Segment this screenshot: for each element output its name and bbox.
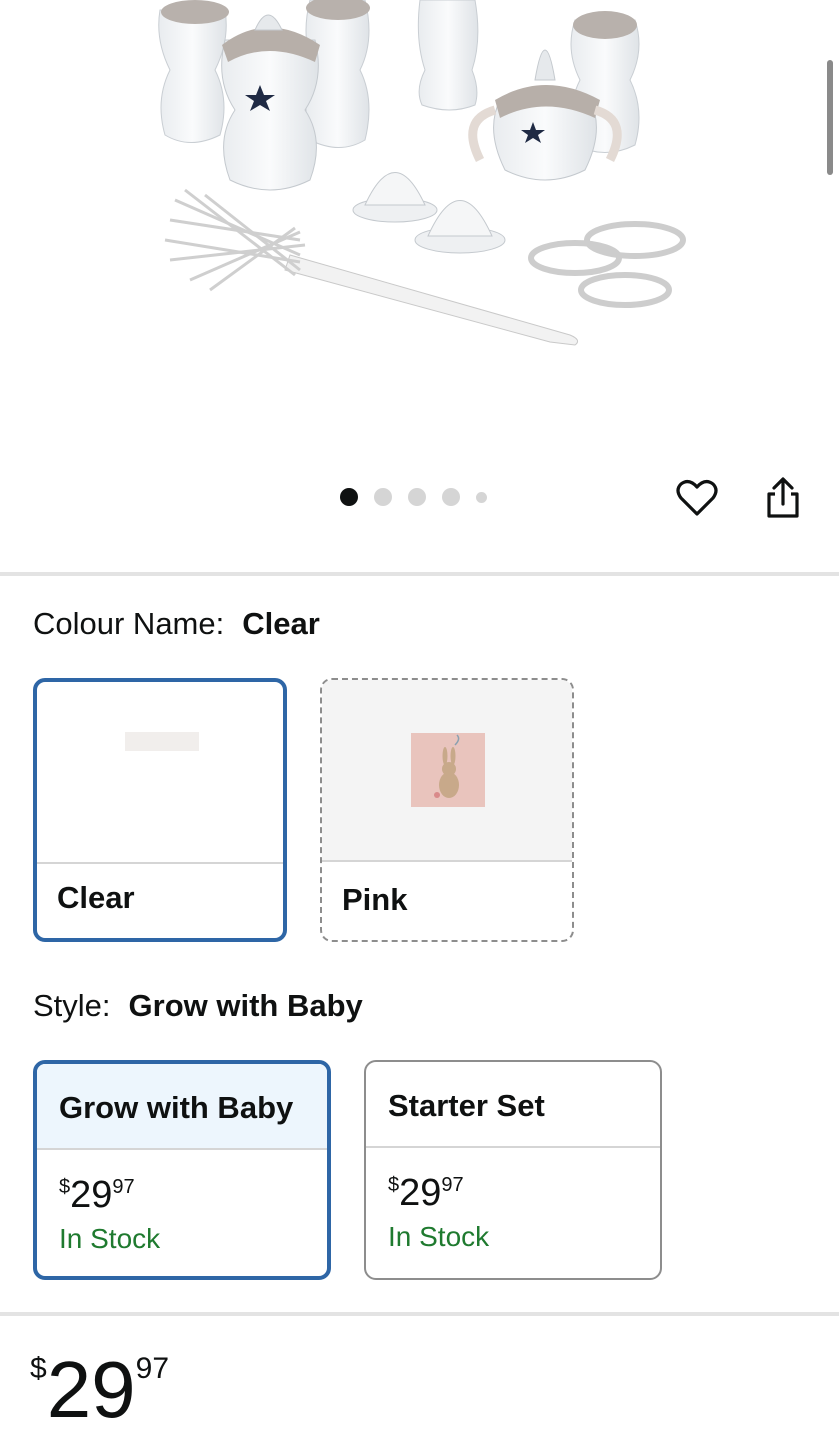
style-selected-value: Grow with Baby [128, 988, 363, 1023]
style-label: Style: [33, 988, 111, 1023]
price-whole: 29 [70, 1174, 113, 1216]
style-option-title: Starter Set [366, 1062, 660, 1148]
colour-selected-value: Clear [242, 606, 320, 641]
colour-option-pink[interactable]: Pink [320, 678, 574, 942]
pagination-dot-2[interactable] [374, 488, 392, 506]
page-scrollbar[interactable] [827, 60, 833, 175]
colour-option-label: Clear [57, 880, 135, 915]
price-whole: 29 [399, 1172, 442, 1214]
heart-icon[interactable] [675, 476, 719, 520]
style-option-price: $2997 [388, 1172, 660, 1215]
pagination-dot-1[interactable] [340, 488, 358, 506]
price-fraction: 97 [441, 1174, 464, 1196]
style-option-starter-set[interactable]: Starter Set $2997 In Stock [364, 1060, 662, 1280]
colour-name-row: Colour Name: Clear [33, 606, 320, 642]
share-icon[interactable] [761, 476, 805, 520]
pagination-dot-3[interactable] [408, 488, 426, 506]
colour-option-clear[interactable]: Clear [33, 678, 287, 942]
availability-status: In Stock [388, 1221, 490, 1252]
currency-symbol: $ [59, 1176, 71, 1198]
section-divider [0, 1312, 839, 1316]
colour-swatch-image [37, 682, 283, 864]
style-option-price: $2997 [59, 1174, 327, 1217]
product-image-gallery[interactable] [0, 0, 839, 570]
colour-swatch-image [322, 680, 572, 862]
style-option-grow-with-baby[interactable]: Grow with Baby $2997 In Stock [33, 1060, 331, 1280]
pagination-dot-5[interactable] [476, 491, 487, 503]
pagination-dot-4[interactable] [442, 488, 460, 506]
main-price: $2997 [30, 1350, 169, 1430]
price-fraction: 97 [135, 1352, 170, 1385]
style-row: Style: Grow with Baby [33, 988, 363, 1024]
colour-label: Colour Name: [33, 606, 225, 641]
image-pagination-dots[interactable] [340, 488, 487, 506]
style-option-title: Grow with Baby [37, 1064, 327, 1150]
currency-symbol: $ [30, 1352, 47, 1385]
price-whole: 29 [46, 1345, 136, 1434]
price-fraction: 97 [112, 1176, 135, 1198]
colour-option-label: Pink [342, 882, 408, 917]
bunny-swatch-icon [411, 733, 485, 807]
section-divider [0, 572, 839, 576]
availability-status: In Stock [59, 1223, 161, 1254]
product-image[interactable] [150, 0, 690, 360]
currency-symbol: $ [388, 1174, 400, 1196]
